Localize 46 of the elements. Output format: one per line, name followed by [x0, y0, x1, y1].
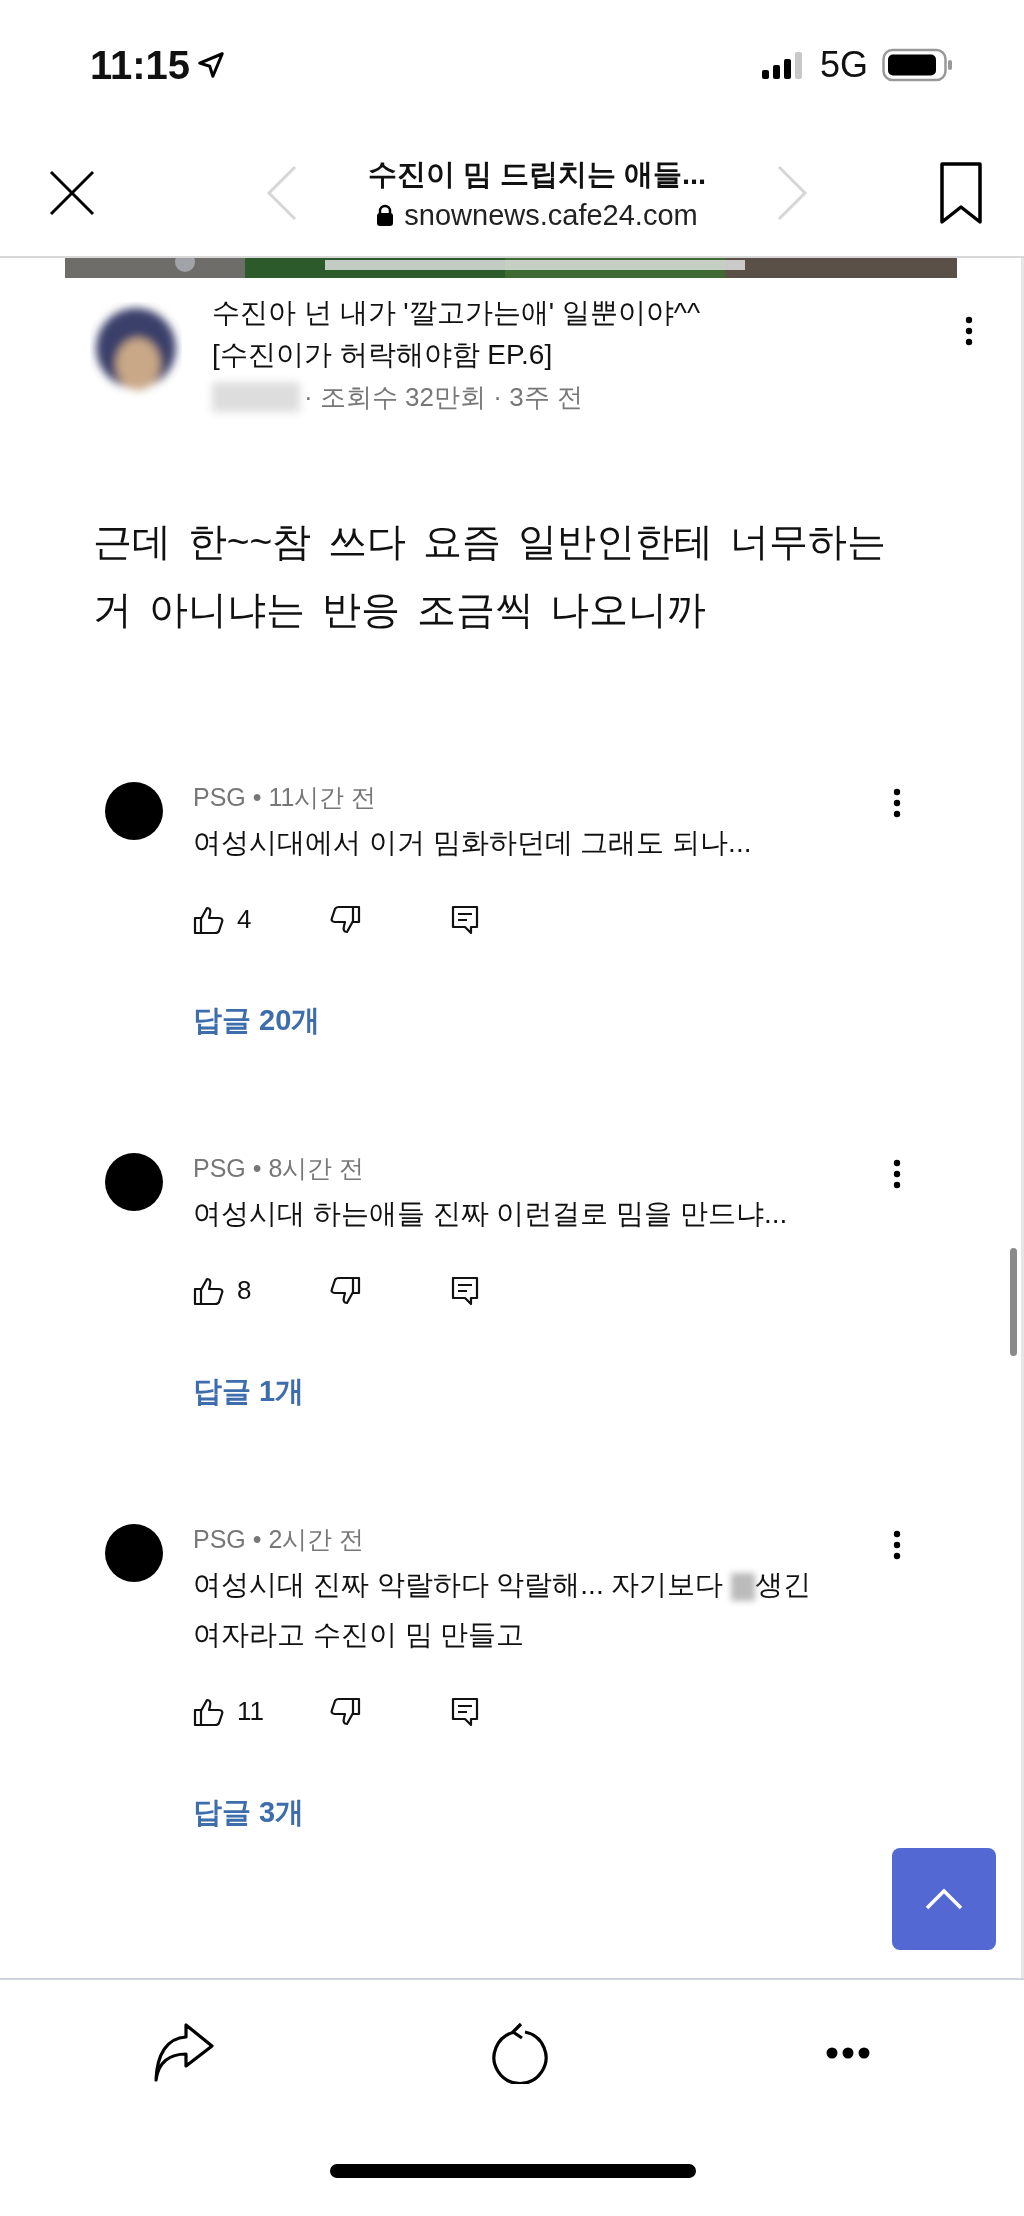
like-count: 11: [237, 1696, 265, 1727]
location-arrow-icon: [196, 50, 227, 80]
more-icon[interactable]: [893, 1159, 901, 1189]
comment-text: 여성시대 진짜 악랄하다 악랄해... 자기보다 생긴 여자라고 수진이 밈 만들고: [193, 1568, 813, 1652]
bookmark-button[interactable]: [938, 160, 984, 226]
more-options-icon[interactable]: [826, 2047, 870, 2059]
thumbs-down-icon[interactable]: [329, 904, 361, 935]
comment-meta: PSG • 8시간 전: [193, 1153, 366, 1184]
thumbs-up-icon[interactable]: [193, 1275, 225, 1306]
share-icon[interactable]: [153, 2022, 215, 2084]
like-count: 8: [237, 1275, 253, 1306]
battery-icon: [882, 48, 954, 82]
page-title: 수진이 밈 드립치는 애들...: [367, 156, 707, 192]
comment-meta: PSG • 2시간 전: [193, 1524, 366, 1555]
replies-link[interactable]: 답글 3개: [193, 1793, 893, 1833]
status-time: 11:15: [90, 42, 191, 88]
video-meta: · 조회수 32만회 · 3주 전: [304, 381, 583, 414]
thumbs-down-icon[interactable]: [329, 1696, 361, 1727]
thumbs-up-icon[interactable]: [193, 1696, 225, 1727]
comment-icon[interactable]: [451, 1696, 479, 1727]
video-title: 수진아 넌 내가 '깔고가는애' 일뿐이야^^: [212, 296, 702, 330]
lock-icon: [376, 204, 395, 226]
caret-up-icon: [924, 1887, 964, 1911]
network-label: 5G: [819, 44, 868, 86]
comment-icon[interactable]: [451, 1275, 479, 1306]
article-text: 근데 한~~참 쓰다 요즘 일반인한테 너무하는 거 아니냐는 반응 조금씩 나오니까: [93, 519, 887, 633]
close-button[interactable]: [48, 169, 96, 217]
more-icon[interactable]: [893, 1530, 901, 1560]
comment-text: 여성시대 하는애들 진짜 이런걸로 밈을 만드냐...: [193, 1197, 789, 1231]
more-icon[interactable]: [893, 788, 901, 818]
more-icon[interactable]: [965, 316, 973, 346]
page-url: snownews.cafe24.com: [404, 198, 698, 232]
scroll-to-top-button[interactable]: [892, 1848, 996, 1950]
thumbs-down-icon[interactable]: [329, 1275, 361, 1306]
reload-icon[interactable]: [490, 2022, 551, 2084]
avatar: [105, 1524, 163, 1582]
like-count: 4: [237, 904, 253, 935]
avatar: [105, 1153, 163, 1211]
replies-link[interactable]: 답글 20개: [193, 1001, 893, 1041]
thumbs-up-icon[interactable]: [193, 904, 225, 935]
comment-text: 여성시대에서 이거 밈화하던데 그래도 되나...: [193, 826, 753, 860]
comment-icon[interactable]: [451, 904, 479, 935]
video-title: [수진이가 허락해야함 EP.6]: [212, 338, 554, 372]
replies-link[interactable]: 답글 1개: [193, 1372, 893, 1412]
avatar: [105, 782, 163, 840]
comment-meta: PSG • 11시간 전: [193, 782, 378, 813]
